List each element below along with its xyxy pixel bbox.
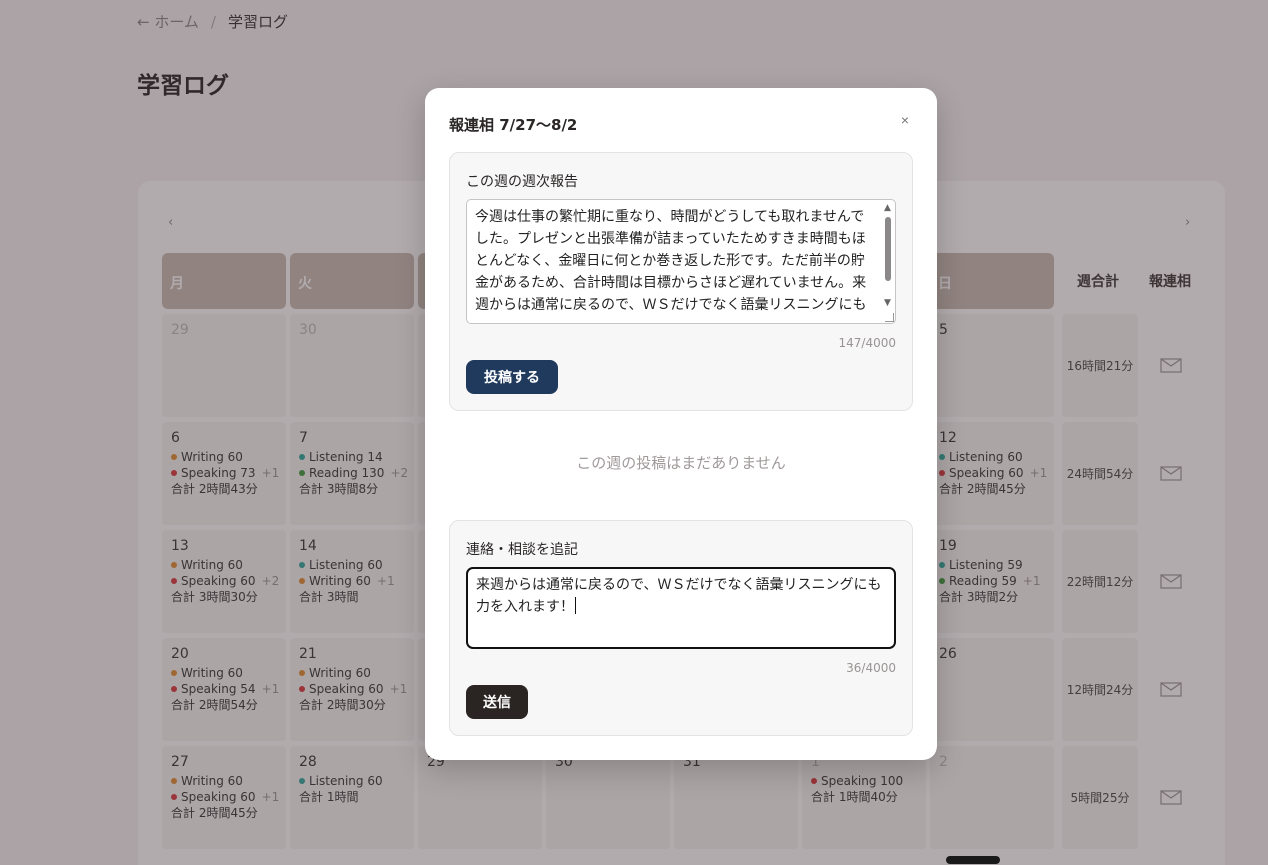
post-button[interactable]: 投稿する [466,360,558,394]
contact-counter: 36/4000 [846,661,896,675]
contact-panel: 連絡・相談を追記 来週からは通常に戻るので、ＷＳだけでなく語彙リスニングにも力を… [449,520,913,736]
close-icon[interactable]: × [895,110,915,130]
scroll-handle[interactable] [946,856,1000,864]
empty-posts-message: この週の投稿はまだありません [576,454,786,472]
scroll-down-icon[interactable]: ▼ [884,299,891,308]
weekly-report-counter: 147/4000 [838,336,897,350]
weekly-report-label: この週の週次報告 [466,174,578,190]
contact-textarea[interactable]: 来週からは通常に戻るので、ＷＳだけでなく語彙リスニングにも力を入れます！ [466,567,896,649]
resize-grip-icon[interactable] [885,313,894,322]
weekly-report-panel: この週の週次報告 今週は仕事の繁忙期に重なり、時間がどうしても取れませんでした。… [449,152,913,411]
report-modal: 報連相 7/27〜8/2 × この週の週次報告 今週は仕事の繁忙期に重なり、時間… [425,88,937,760]
contact-label: 連絡・相談を追記 [466,542,578,558]
send-button[interactable]: 送信 [466,685,528,719]
text-caret [575,597,576,614]
scrollbar-thumb[interactable] [885,217,891,281]
weekly-report-textarea[interactable]: 今週は仕事の繁忙期に重なり、時間がどうしても取れませんでした。プレゼンと出張準備… [466,199,896,324]
weekly-report-text: 今週は仕事の繁忙期に重なり、時間がどうしても取れませんでした。プレゼンと出張準備… [475,209,867,313]
scroll-up-icon[interactable]: ▲ [884,204,891,213]
contact-text: 来週からは通常に戻るので、ＷＳだけでなく語彙リスニングにも力を入れます！ [476,577,882,615]
modal-title: 報連相 7/27〜8/2 [449,116,578,134]
weekly-report-scrollbar[interactable]: ▲ ▼ [883,204,893,308]
